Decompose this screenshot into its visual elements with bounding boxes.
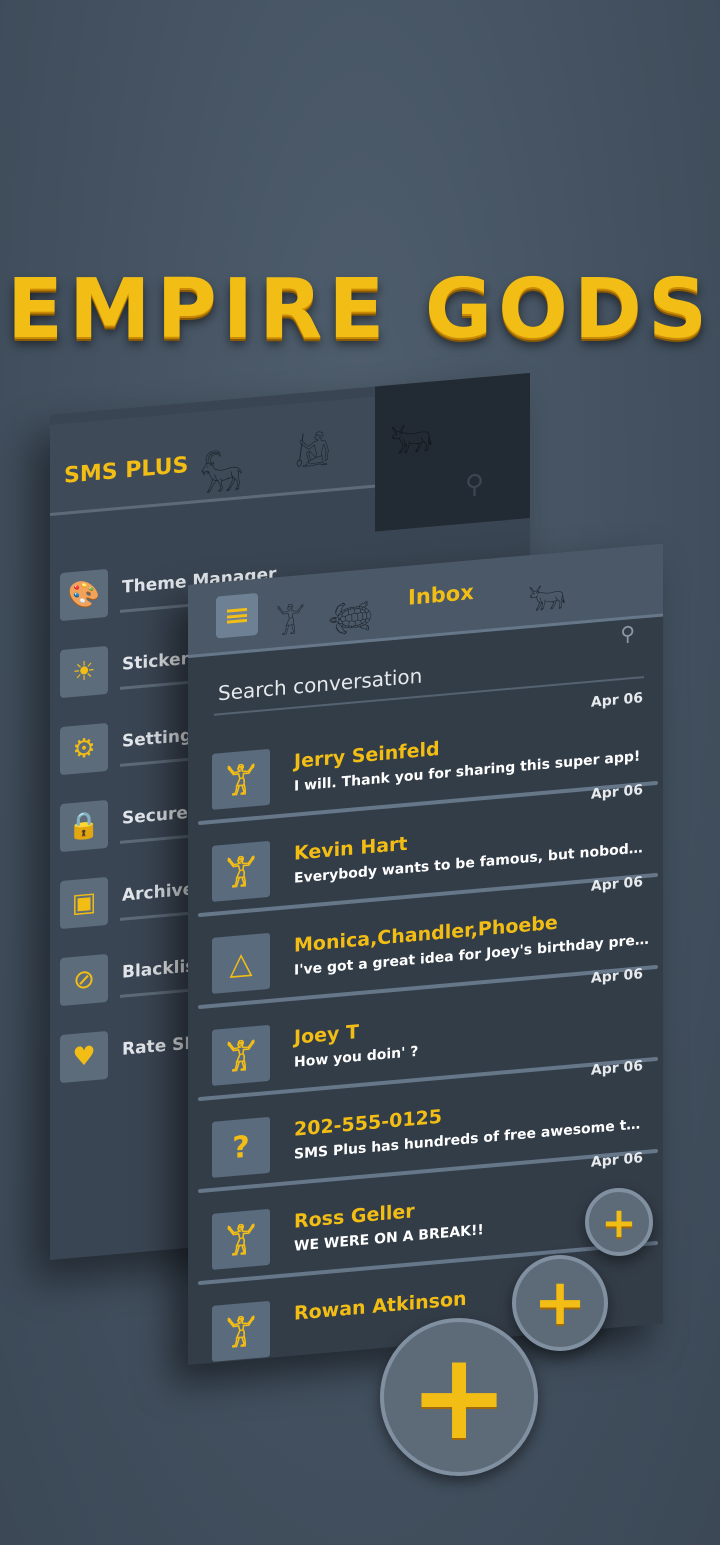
blocked-user-icon: ⊘ <box>60 953 108 1007</box>
conversation-date: Apr 06 <box>590 1150 643 1171</box>
inbox-title: Inbox <box>408 579 474 610</box>
rock-art-figure-icon: 𓀠 <box>276 605 306 644</box>
plus-icon: + <box>601 1197 637 1247</box>
fab-compose-medium[interactable]: + <box>512 1255 608 1351</box>
conversation-name: Joey T <box>294 1021 359 1049</box>
conversation-date: Apr 06 <box>590 874 643 895</box>
dancer-figure-icon: 𓀠 <box>212 1208 270 1270</box>
archive-box-icon: ▣ <box>60 876 108 930</box>
plus-icon: + <box>408 1327 510 1467</box>
hero-title: EMPIRE GODS <box>6 262 714 357</box>
conversation-date: Apr 06 <box>590 690 643 711</box>
dancer-figure-icon: 𓀠 <box>212 840 270 902</box>
conversation-date: Apr 06 <box>590 782 643 803</box>
conversation-name: Kevin Hart <box>294 832 408 865</box>
fab-compose-large[interactable]: + <box>380 1318 538 1476</box>
dancer-figure-icon: 𓀠 <box>212 748 270 810</box>
rock-art-animal-icon: 𓃒 <box>390 419 433 464</box>
drawer-dark-overlay: 𓃒 ⚲ <box>375 373 530 532</box>
lock-icon: 🔒 <box>60 799 108 853</box>
plus-icon: + <box>533 1266 587 1340</box>
tent-icon: △ <box>212 932 270 994</box>
dancer-figure-icon: 𓀠 <box>212 1300 270 1362</box>
rock-art-animal-icon: 𓃒 <box>528 580 566 620</box>
drawer-item-label: Archive <box>122 879 195 906</box>
drawer-app-title: SMS PLUS <box>64 452 189 489</box>
hamburger-icon <box>227 607 247 624</box>
rock-art-rider-icon: 𓀌 <box>295 433 331 477</box>
search-icon[interactable]: ⚲ <box>620 621 635 646</box>
conversation-date: Apr 06 <box>590 1058 643 1079</box>
heart-icon: ♥ <box>60 1030 108 1084</box>
smiley-sun-icon: ☀ <box>60 645 108 699</box>
rock-art-deer-icon: 𓃵 <box>200 451 244 495</box>
conversation-date: Apr 06 <box>590 966 643 987</box>
palette-icon: 🎨 <box>60 568 108 622</box>
drawer-header: 𓃵 𓀌 SMS PLUS <box>50 396 375 516</box>
gear-icon: ⚙ <box>60 722 108 776</box>
question-mark-icon: ? <box>212 1116 270 1178</box>
fab-compose-small[interactable]: + <box>585 1188 653 1256</box>
menu-button[interactable] <box>216 592 258 639</box>
rock-art-turtle-icon: 𓆉 <box>328 595 373 635</box>
search-icon[interactable]: ⚲ <box>465 469 484 501</box>
dancer-figure-icon: 𓀠 <box>212 1024 270 1086</box>
conversation-name: Ross Geller <box>294 1200 415 1233</box>
